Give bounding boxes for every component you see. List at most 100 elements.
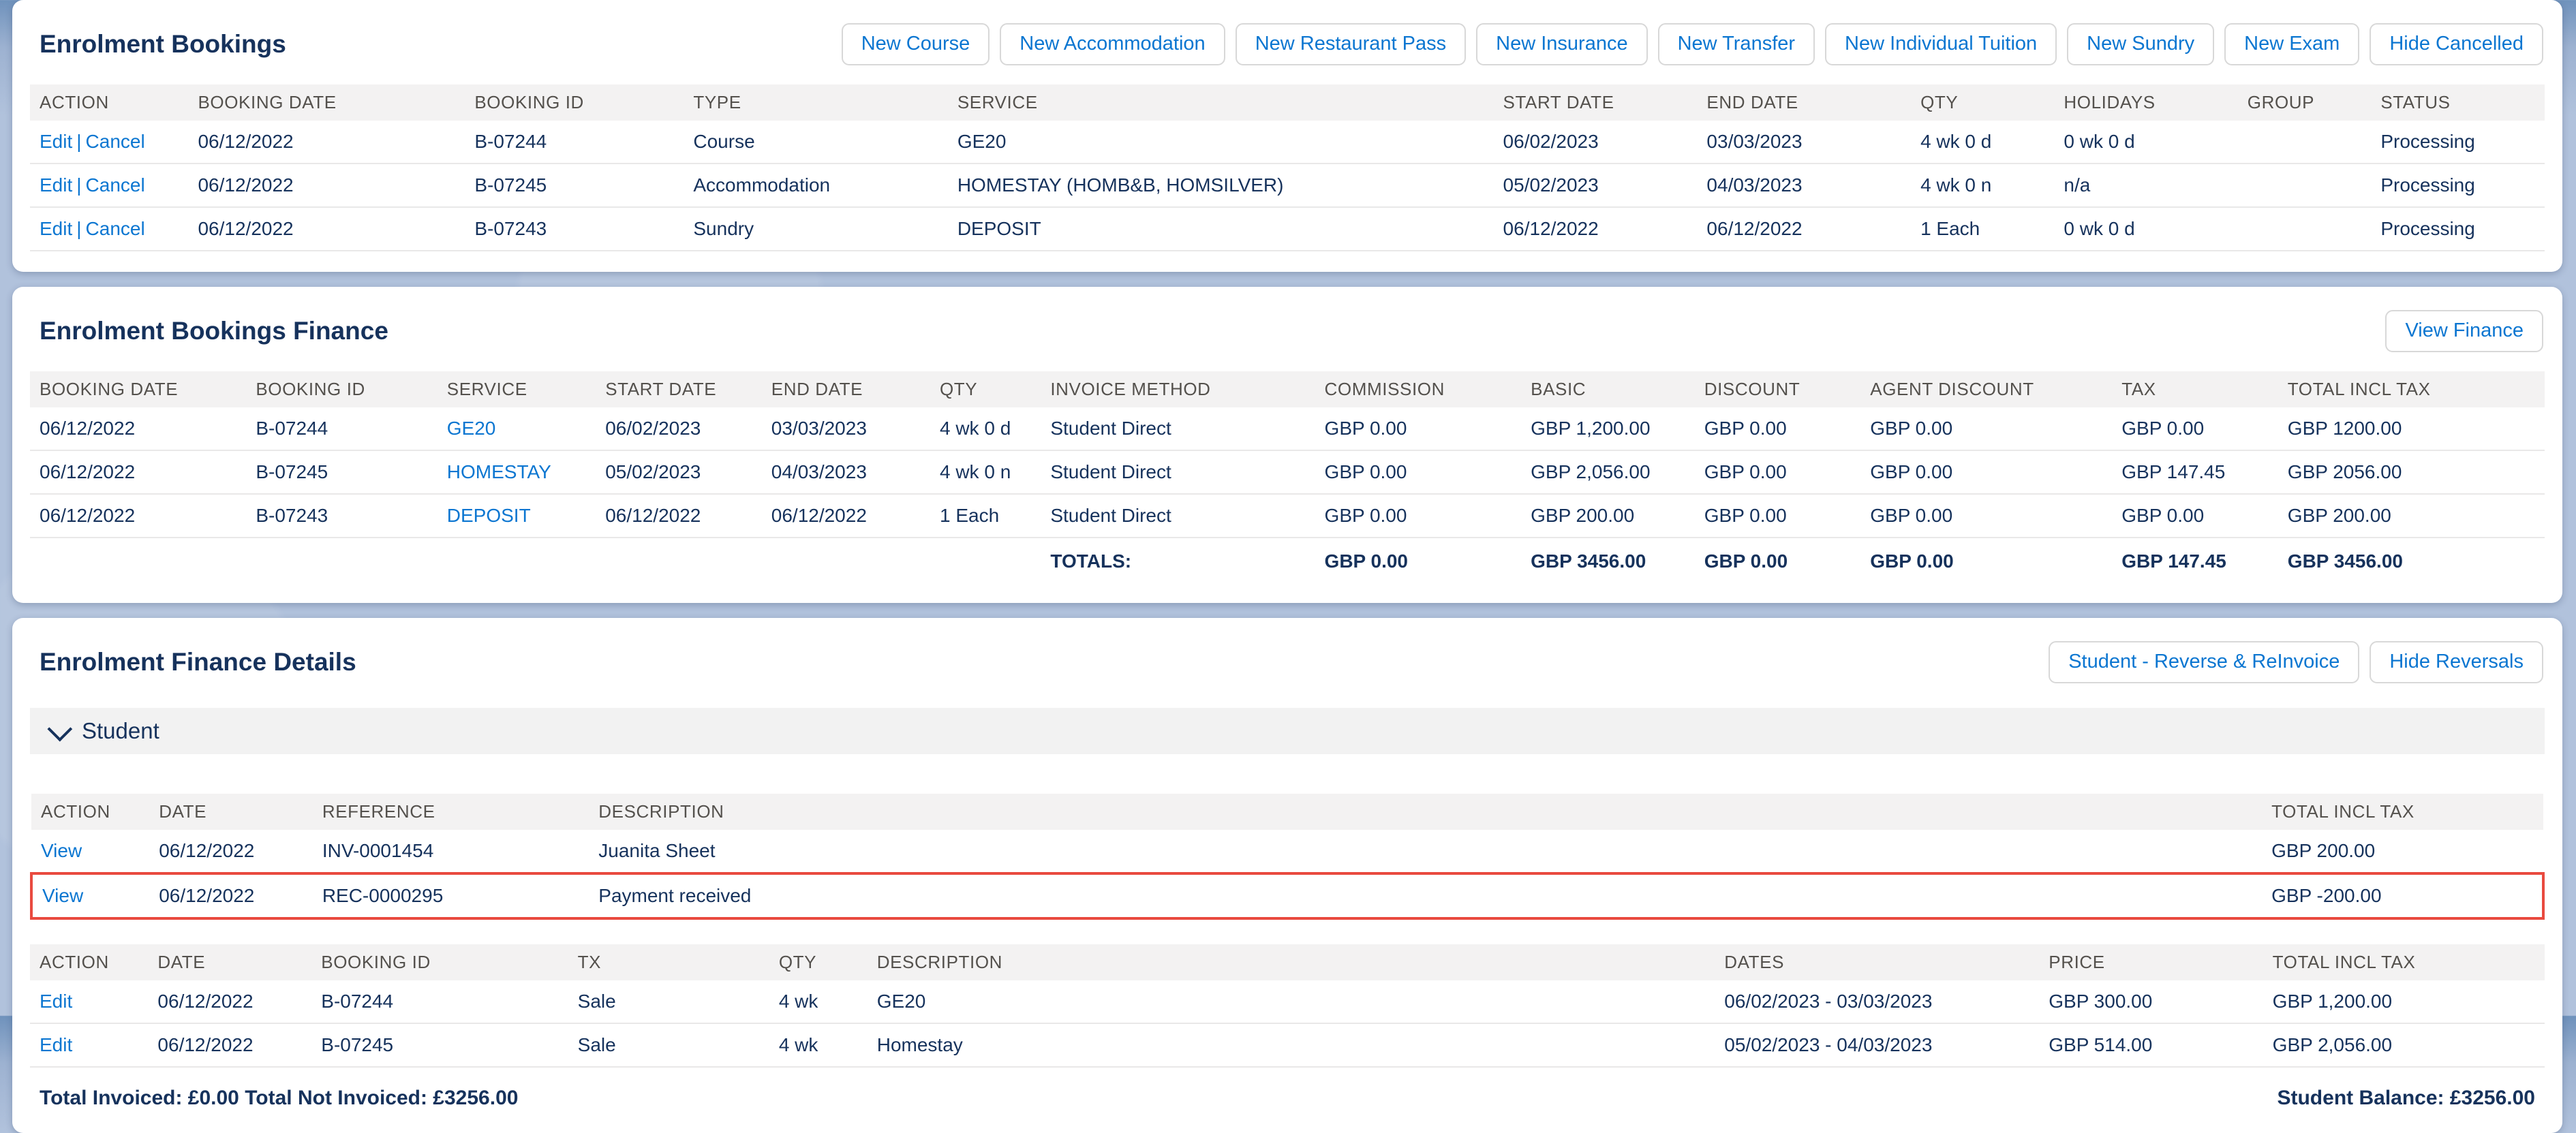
col-booking-date: BOOKING DATE [30, 371, 246, 407]
edit-link[interactable]: Edit [40, 131, 72, 152]
invoices-table: ACTION DATE REFERENCE DESCRIPTION TOTAL … [30, 794, 2545, 920]
price-cell: GBP 300.00 [2039, 980, 2263, 1023]
bookings-header-row: ACTION BOOKING DATE BOOKING ID TYPE SERV… [30, 84, 2545, 121]
reference-cell: INV-0001454 [313, 830, 589, 873]
tax-cell: GBP 147.45 [2112, 450, 2278, 494]
table-row: Edit|Cancel 06/12/2022 B-07244 Course GE… [30, 121, 2545, 164]
col-qty: QTY [930, 371, 1041, 407]
date-cell: 06/12/2022 [148, 980, 311, 1023]
table-row: Edit|Cancel 06/12/2022 B-07243 Sundry DE… [30, 207, 2545, 251]
group-cell [2238, 207, 2372, 251]
action-cell: Edit [30, 1023, 148, 1067]
service-cell: DEPOSIT [948, 207, 1494, 251]
qty-cell: 4 wk 0 n [930, 450, 1041, 494]
finance-totals-row: TOTALS: GBP 0.00 GBP 3456.00 GBP 0.00 GB… [30, 538, 2545, 583]
col-reference: REFERENCE [313, 794, 589, 830]
totals-basic: GBP 3456.00 [1521, 538, 1695, 583]
new-transfer-button[interactable]: New Transfer [1658, 23, 1815, 65]
enrolment-bookings-finance-card: Enrolment Bookings Finance View Finance … [12, 287, 2562, 603]
service-link[interactable]: GE20 [447, 418, 496, 439]
booking-date-cell: 06/12/2022 [188, 164, 465, 207]
service-link[interactable]: HOMESTAY [447, 461, 551, 482]
student-group-toggle[interactable]: Student [30, 708, 2545, 754]
description-cell: Juanita Sheet [589, 830, 2262, 873]
end-date-cell: 04/03/2023 [1697, 164, 1911, 207]
col-tx: TX [568, 944, 769, 980]
service-link[interactable]: DEPOSIT [447, 505, 531, 526]
col-qty: QTY [769, 944, 868, 980]
totals-total-incl-tax: GBP 3456.00 [2278, 538, 2545, 583]
new-sundry-button[interactable]: New Sundry [2067, 23, 2214, 65]
view-link[interactable]: View [42, 885, 83, 906]
details-header: Enrolment Finance Details Student - Reve… [12, 637, 2562, 702]
basic-cell: GBP 2,056.00 [1521, 450, 1695, 494]
totals-tax: GBP 147.45 [2112, 538, 2278, 583]
hide-cancelled-button[interactable]: Hide Cancelled [2370, 23, 2543, 65]
booking-date-cell: 06/12/2022 [188, 207, 465, 251]
col-booking-id: BOOKING ID [465, 84, 684, 121]
view-link[interactable]: View [41, 840, 82, 861]
end-date-cell: 06/12/2022 [762, 494, 930, 538]
details-title: Enrolment Finance Details [40, 648, 356, 677]
commission-cell: GBP 0.00 [1315, 407, 1522, 450]
qty-cell: 1 Each [1911, 207, 2054, 251]
finance-header-row: BOOKING DATE BOOKING ID SERVICE START DA… [30, 371, 2545, 407]
dates-cell: 05/02/2023 - 04/03/2023 [1715, 1023, 2039, 1067]
highlighted-table-row: View 06/12/2022 REC-0000295 Payment rece… [31, 873, 2543, 918]
end-date-cell: 04/03/2023 [762, 450, 930, 494]
chevron-down-icon [47, 716, 72, 741]
student-reverse-reinvoice-button[interactable]: Student - Reverse & ReInvoice [2049, 641, 2359, 683]
action-separator: | [72, 174, 85, 196]
col-booking-date: BOOKING DATE [188, 84, 465, 121]
start-date-cell: 06/02/2023 [596, 407, 762, 450]
qty-cell: 1 Each [930, 494, 1041, 538]
group-cell [2238, 121, 2372, 164]
date-cell: 06/12/2022 [149, 830, 313, 873]
holidays-cell: 0 wk 0 d [2054, 207, 2237, 251]
new-insurance-button[interactable]: New Insurance [1476, 23, 1647, 65]
table-row: 06/12/2022 B-07244 GE20 06/02/2023 03/03… [30, 407, 2545, 450]
qty-cell: 4 wk [769, 1023, 868, 1067]
col-agent-discount: AGENT DISCOUNT [1860, 371, 2112, 407]
table-row: 06/12/2022 B-07245 HOMESTAY 05/02/2023 0… [30, 450, 2545, 494]
qty-cell: 4 wk 0 d [1911, 121, 2054, 164]
new-individual-tuition-button[interactable]: New Individual Tuition [1825, 23, 2057, 65]
bookings-toolbar: New Course New Accommodation New Restaur… [842, 23, 2543, 65]
edit-link[interactable]: Edit [40, 991, 72, 1012]
action-separator: | [72, 131, 85, 152]
new-accommodation-button[interactable]: New Accommodation [1000, 23, 1225, 65]
col-total-incl-tax: TOTAL INCL TAX [2278, 371, 2545, 407]
type-cell: Accommodation [684, 164, 947, 207]
view-finance-button[interactable]: View Finance [2385, 310, 2543, 352]
col-type: TYPE [684, 84, 947, 121]
start-date-cell: 06/02/2023 [1494, 121, 1698, 164]
page-title: Enrolment Bookings [40, 30, 286, 59]
new-restaurant-pass-button[interactable]: New Restaurant Pass [1236, 23, 1466, 65]
col-tax: TAX [2112, 371, 2278, 407]
edit-link[interactable]: Edit [40, 174, 72, 196]
invoice-method-cell: Student Direct [1041, 494, 1315, 538]
commission-cell: GBP 0.00 [1315, 494, 1522, 538]
invoice-method-cell: Student Direct [1041, 407, 1315, 450]
col-price: PRICE [2039, 944, 2263, 980]
total-incl-tax-cell: GBP 200.00 [2262, 830, 2543, 873]
details-toolbar: Student - Reverse & ReInvoice Hide Rever… [2049, 641, 2543, 683]
cancel-link[interactable]: Cancel [86, 218, 145, 239]
totals-agent-discount: GBP 0.00 [1860, 538, 2112, 583]
hide-reversals-button[interactable]: Hide Reversals [2370, 641, 2543, 683]
col-invoice-method: INVOICE METHOD [1041, 371, 1315, 407]
bookings-table: ACTION BOOKING DATE BOOKING ID TYPE SERV… [30, 84, 2545, 251]
end-date-cell: 03/03/2023 [1697, 121, 1911, 164]
col-holidays: HOLIDAYS [2054, 84, 2237, 121]
action-cell: Edit [30, 980, 148, 1023]
new-exam-button[interactable]: New Exam [2224, 23, 2359, 65]
cancel-link[interactable]: Cancel [86, 131, 145, 152]
total-invoiced-summary: Total Invoiced: £0.00 Total Not Invoiced… [40, 1087, 518, 1110]
edit-link[interactable]: Edit [40, 218, 72, 239]
service-cell: GE20 [438, 407, 596, 450]
new-course-button[interactable]: New Course [842, 23, 990, 65]
edit-link[interactable]: Edit [40, 1034, 72, 1055]
booking-id-cell: B-07243 [246, 494, 437, 538]
cancel-link[interactable]: Cancel [86, 174, 145, 196]
group-cell [2238, 164, 2372, 207]
